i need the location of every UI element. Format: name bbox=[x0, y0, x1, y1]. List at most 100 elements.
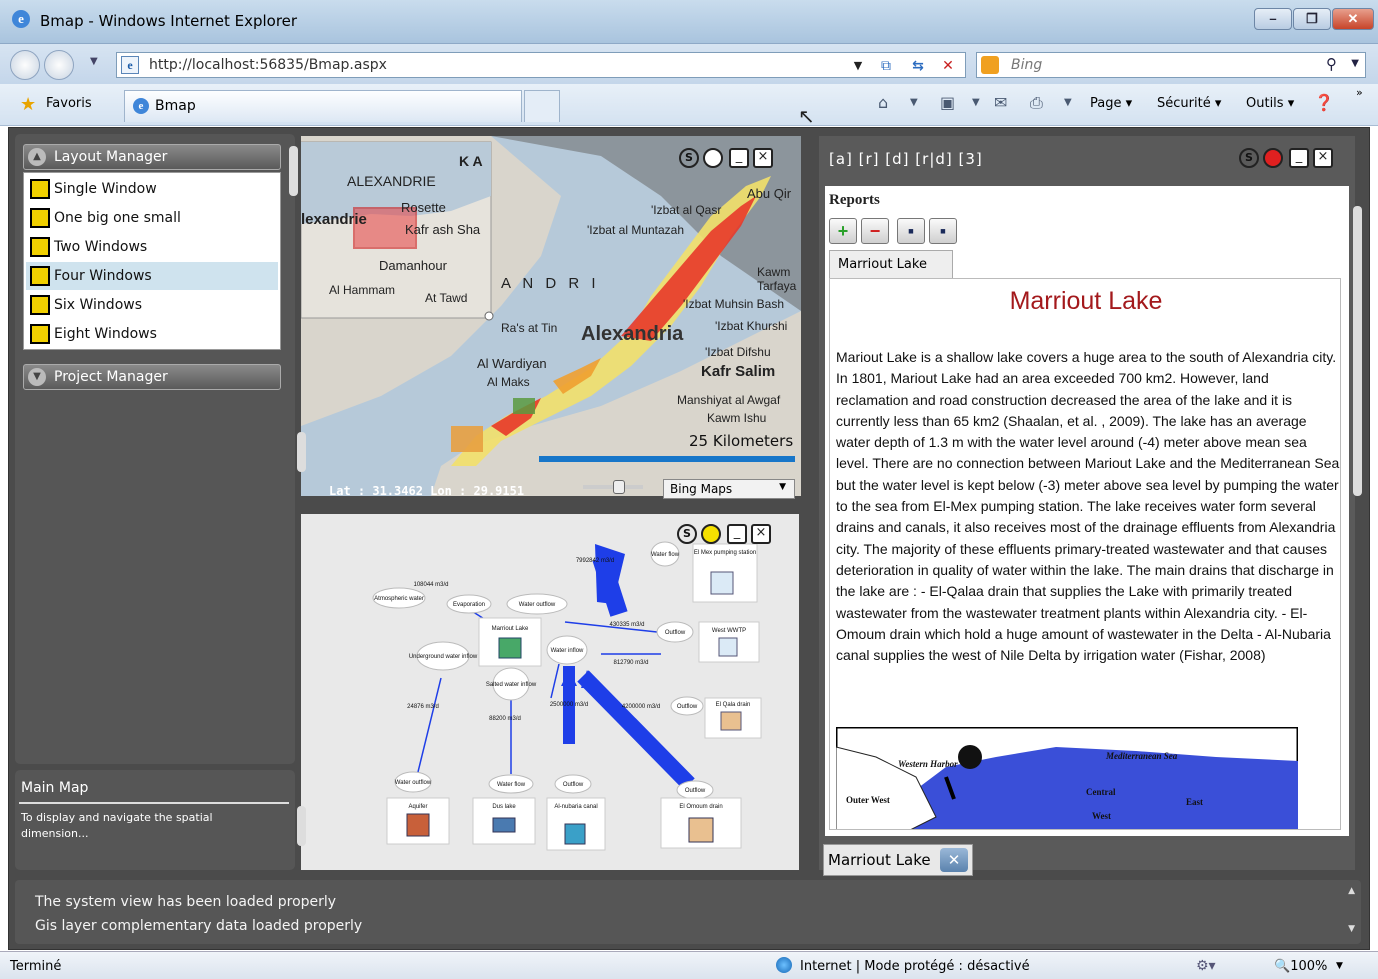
map-label-andria: A N D R I bbox=[501, 275, 600, 292]
back-button[interactable] bbox=[10, 50, 40, 80]
maximize-button[interactable]: ❐ bbox=[1293, 8, 1331, 30]
layout-item-label: Eight Windows bbox=[54, 326, 157, 342]
report-minimize-button[interactable]: _ bbox=[1289, 148, 1309, 168]
eight-windows-icon bbox=[30, 324, 50, 344]
project-manager-header[interactable]: ▼ Project Manager bbox=[23, 364, 281, 390]
map-scroll-handle[interactable] bbox=[297, 432, 306, 472]
feeds-icon[interactable]: ▣ bbox=[940, 93, 955, 112]
project-manager-label: Project Manager bbox=[54, 369, 168, 385]
diagram-s-button[interactable]: S bbox=[677, 524, 697, 544]
search-dropdown-icon[interactable]: ▼ bbox=[1351, 58, 1359, 69]
inset-resize-handle[interactable] bbox=[484, 311, 494, 321]
map-type-value: Bing Maps bbox=[670, 482, 733, 496]
stop-icon[interactable]: ✕ bbox=[937, 56, 959, 76]
scroll-down-icon[interactable]: ▼ bbox=[1348, 924, 1355, 934]
aquifer-icon bbox=[406, 813, 430, 837]
map-window[interactable]: K A ALEXANDRIE lexandrie Rosette Kafr as… bbox=[297, 136, 801, 499]
label-atmospheric-water: Atmospheric water bbox=[374, 596, 424, 602]
diagram-scroll-handle[interactable] bbox=[297, 806, 306, 846]
search-icon[interactable]: ⚲ bbox=[1326, 55, 1337, 73]
label-west-wwtp: West WWTP bbox=[712, 628, 746, 634]
page-menu[interactable]: Page ▾ bbox=[1090, 96, 1132, 111]
map-label-rosette: Rosette bbox=[401, 200, 446, 215]
save-all-reports-button[interactable]: ▪ bbox=[929, 218, 957, 244]
map-zoom-thumb[interactable] bbox=[613, 480, 625, 494]
remove-report-button[interactable]: − bbox=[861, 218, 889, 244]
layout-item-four-windows[interactable]: Four Windows bbox=[26, 262, 278, 290]
map-window-controls: S _ × bbox=[679, 148, 789, 168]
home-dropdown-icon[interactable]: ▼ bbox=[910, 97, 918, 108]
url-text[interactable]: http://localhost:56835/Bmap.aspx bbox=[149, 57, 387, 73]
tab-marriout-lake[interactable]: Marriout Lake bbox=[829, 250, 953, 278]
home-icon[interactable]: ⌂ bbox=[878, 93, 888, 112]
print-dropdown-icon[interactable]: ▼ bbox=[1064, 97, 1072, 108]
scroll-up-icon[interactable]: ▲ bbox=[1348, 886, 1355, 896]
zoom-level[interactable]: 🔍100% bbox=[1274, 959, 1327, 974]
six-windows-icon bbox=[30, 295, 50, 315]
layout-item-label: Two Windows bbox=[54, 239, 148, 255]
tools-menu[interactable]: Outils ▾ bbox=[1246, 96, 1294, 111]
print-icon[interactable]: ⎙ bbox=[1030, 93, 1043, 113]
report-footer-tab[interactable]: Marriout Lake ✕ bbox=[823, 844, 973, 876]
layout-item-six-windows[interactable]: Six Windows bbox=[26, 291, 278, 319]
map-zoom-slider[interactable] bbox=[583, 480, 643, 494]
tab-bmap[interactable]: e Bmap bbox=[124, 90, 522, 122]
security-zone[interactable]: Internet | Mode protégé : désactivé bbox=[800, 959, 1030, 974]
mail-icon[interactable]: ✉ bbox=[994, 93, 1007, 112]
layout-item-one-big-one-small[interactable]: One big one small bbox=[26, 204, 278, 232]
report-close-button[interactable]: × bbox=[1313, 148, 1333, 168]
layout-item-label: Four Windows bbox=[54, 268, 152, 284]
map-lat-lon: Lat : 31.3462 Lon : 29.9151 bbox=[329, 484, 525, 498]
map-label-damanhour: Damanhour bbox=[379, 258, 448, 273]
url-field[interactable]: e http://localhost:56835/Bmap.aspx ▼ ⧉ ⇆… bbox=[116, 52, 966, 78]
map-close-button[interactable]: × bbox=[753, 148, 773, 168]
diagram-close-button[interactable]: × bbox=[751, 524, 771, 544]
refresh-icon[interactable]: ⇆ bbox=[907, 56, 929, 76]
more-commands-button[interactable]: » bbox=[1356, 86, 1363, 99]
map-minimize-button[interactable]: _ bbox=[729, 148, 749, 168]
compatibility-view-icon[interactable]: ⧉ bbox=[875, 56, 897, 76]
history-dropdown-icon[interactable]: ▼ bbox=[90, 56, 98, 67]
layout-item-single[interactable]: Single Window bbox=[26, 175, 278, 203]
save-report-button[interactable]: ▪ bbox=[897, 218, 925, 244]
feeds-dropdown-icon[interactable]: ▼ bbox=[972, 97, 980, 108]
diagram-status-light[interactable] bbox=[701, 524, 721, 544]
diagram-minimize-button[interactable]: _ bbox=[727, 524, 747, 544]
close-tab-icon[interactable]: ✕ bbox=[940, 848, 968, 872]
help-icon[interactable]: ❓ bbox=[1314, 93, 1334, 112]
map-s-button[interactable]: S bbox=[679, 148, 699, 168]
report-view-modes[interactable]: [a] [r] [d] [r|d] [3] bbox=[829, 150, 983, 168]
diagram-canvas[interactable]: Atmospheric water Evaporation Water outf… bbox=[301, 514, 799, 870]
close-window-button[interactable]: ✕ bbox=[1332, 8, 1374, 30]
zoom-dropdown-icon[interactable]: ▼ bbox=[1336, 961, 1343, 971]
report-scrollbar[interactable] bbox=[1353, 206, 1362, 496]
map-label-kawm-ishu: Kawm Ishu bbox=[707, 411, 766, 425]
report-s-button[interactable]: S bbox=[1239, 148, 1259, 168]
url-dropdown-icon[interactable]: ▼ bbox=[847, 56, 869, 76]
map-label-tarfaya: Tarfaya bbox=[757, 279, 797, 293]
layout-item-eight-windows[interactable]: Eight Windows bbox=[26, 320, 278, 348]
left-panel-scrollbar[interactable] bbox=[289, 146, 298, 196]
info-title: Main Map bbox=[21, 780, 89, 796]
report-status-light[interactable] bbox=[1263, 148, 1283, 168]
forward-button[interactable] bbox=[44, 50, 74, 80]
favorites-star-icon[interactable]: ★ bbox=[20, 94, 36, 115]
label-evaporation: Evaporation bbox=[453, 602, 485, 608]
left-panel: ▲ Layout Manager Single Window One big o… bbox=[15, 134, 295, 764]
map-label-al-hammam: Al Hammam bbox=[329, 283, 395, 297]
layout-item-label: Single Window bbox=[54, 181, 157, 197]
map-type-select[interactable]: Bing Maps ▼ bbox=[663, 479, 795, 499]
diagram-window[interactable]: Atmospheric water Evaporation Water outf… bbox=[297, 514, 799, 870]
layout-manager-header[interactable]: ▲ Layout Manager bbox=[23, 144, 281, 170]
new-tab-button[interactable] bbox=[524, 90, 560, 122]
el-mex-icon bbox=[710, 571, 734, 595]
search-input[interactable]: Bing ⚲ ▼ bbox=[976, 52, 1366, 78]
map-status-light[interactable] bbox=[703, 148, 723, 168]
add-report-button[interactable]: + bbox=[829, 218, 857, 244]
minimize-button[interactable]: – bbox=[1254, 8, 1292, 30]
security-options-icon[interactable]: ⚙▾ bbox=[1196, 958, 1216, 974]
favorites-label[interactable]: Favoris bbox=[46, 96, 92, 111]
layout-item-two-windows[interactable]: Two Windows bbox=[26, 233, 278, 261]
ie-logo-icon: e bbox=[12, 10, 30, 28]
security-menu[interactable]: Sécurité ▾ bbox=[1157, 96, 1221, 111]
